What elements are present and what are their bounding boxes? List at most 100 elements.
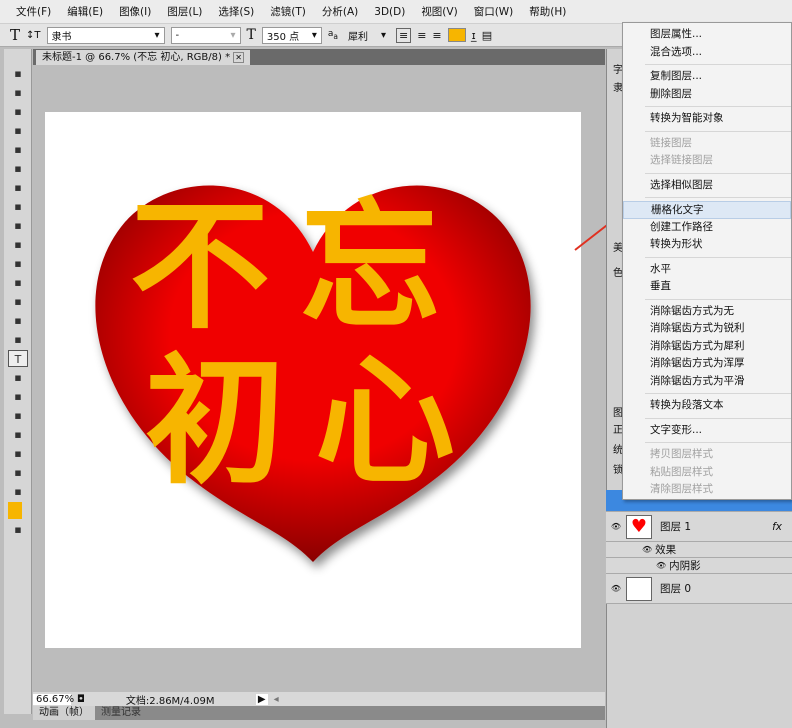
text-color-swatch[interactable] <box>447 28 466 42</box>
layer-thumbnail: ♥ <box>626 514 652 539</box>
context-menu-item[interactable]: 水平 <box>623 261 791 279</box>
antialias-select[interactable]: 犀利 ▾ <box>343 26 390 44</box>
move-tool-icon[interactable]: ▪ <box>8 65 28 82</box>
menu-item[interactable]: 图层(L) <box>159 4 210 19</box>
type-tool-icon[interactable]: T <box>8 350 28 367</box>
orientation-toggle-icon[interactable]: ↕T <box>26 30 41 41</box>
crop-tool-icon[interactable]: ▪ <box>8 141 28 158</box>
text-line-1: 不忘 <box>130 185 471 349</box>
3d-orbit-tool-icon[interactable]: ▪ <box>8 426 28 443</box>
close-icon[interactable]: ✕ <box>233 52 244 63</box>
status-bar: 66.67% ◘ 文档:2.86M/4.09M ▶ ◂ <box>33 692 605 707</box>
stamp-tool-icon[interactable]: ▪ <box>8 217 28 234</box>
character-panel-icon[interactable]: ▤ <box>482 29 492 42</box>
menu-item[interactable]: 3D(D) <box>366 6 413 18</box>
context-menu-item[interactable]: 消除锯齿方式为犀利 <box>623 338 791 356</box>
context-menu-item[interactable]: 消除锯齿方式为浑厚 <box>623 355 791 373</box>
tools-panel: ▪ ▪ ▪ ▪ ▪ ▪ ▪ ▪ ▪ ▪ ▪ ▪ ▪ ▪ ▪ T ▪ ▪ ▪ ▪ ▪ ▪ ▪ ▪ <box>4 49 32 714</box>
menu-separator <box>645 197 791 198</box>
canvas[interactable]: 不忘 初心 <box>45 112 581 648</box>
menu-item[interactable]: 分析(A) <box>314 4 366 19</box>
shape-tool-icon[interactable]: ▪ <box>8 388 28 405</box>
menu-item[interactable]: 帮助(H) <box>521 4 574 19</box>
fx-icon[interactable]: fx <box>772 521 782 533</box>
document-tab[interactable]: 未标题-1 @ 66.7% (不忘 初心, RGB/8) * ✕ <box>36 50 250 65</box>
status-icon[interactable]: ◘ <box>77 694 85 705</box>
menu-separator <box>645 64 791 65</box>
context-menu-item[interactable]: 垂直 <box>623 278 791 296</box>
menu-separator <box>645 442 791 443</box>
menu-item[interactable]: 编辑(E) <box>59 4 111 19</box>
font-style-select[interactable]: - ▾ <box>170 26 241 44</box>
eye-icon[interactable]: 👁 <box>606 522 626 531</box>
hand-tool-icon[interactable]: ▪ <box>8 445 28 462</box>
quick-select-tool-icon[interactable]: ▪ <box>8 122 28 139</box>
font-size-select[interactable]: 350 点 ▾ <box>261 26 322 44</box>
bucket-tool-icon[interactable]: ▪ <box>8 274 28 291</box>
context-menu-item[interactable]: 文字变形... <box>623 422 791 440</box>
warp-text-icon[interactable]: ɪ̲ <box>472 29 476 42</box>
zoom-tool-icon[interactable]: ▪ <box>8 464 28 481</box>
text-tool-icon[interactable]: T <box>10 26 20 44</box>
context-menu-item[interactable]: 复制图层... <box>623 68 791 86</box>
font-size-icon: T <box>246 27 256 43</box>
layer-name: 图层 0 <box>660 583 692 595</box>
menu-separator <box>645 256 791 258</box>
context-menu-item[interactable]: 转换为形状 <box>623 236 791 254</box>
layer-row-layer0[interactable]: 👁 图层 0 <box>606 574 792 604</box>
history-brush-tool-icon[interactable]: ▪ <box>8 236 28 253</box>
menu-item[interactable]: 视图(V) <box>413 4 465 19</box>
healing-tool-icon[interactable]: ▪ <box>8 179 28 196</box>
layer-row-layer1[interactable]: 👁 ♥ 图层 1 fx <box>606 512 792 542</box>
context-menu-item[interactable]: 选择相似图层 <box>623 177 791 195</box>
quick-mask-tool-icon[interactable]: ▪ <box>8 521 28 538</box>
lasso-tool-icon[interactable]: ▪ <box>8 103 28 120</box>
text-line-2: 初心 <box>145 340 486 504</box>
inner-shadow-row[interactable]: 👁 内阴影 <box>606 558 792 574</box>
tab-measurement-log[interactable]: 测量记录 <box>95 706 147 720</box>
eye-icon[interactable]: 👁 <box>656 561 666 570</box>
dodge-tool-icon[interactable]: ▪ <box>8 312 28 329</box>
context-menu-item[interactable]: 图层属性... <box>623 26 791 44</box>
colors-tool-icon[interactable]: ▪ <box>8 483 28 500</box>
align-center-icon[interactable]: ≡ <box>417 29 426 42</box>
marquee-tool-icon[interactable]: ▪ <box>8 84 28 101</box>
menu-item[interactable]: 图像(I) <box>111 4 159 19</box>
context-menu-item[interactable]: 栅格化文字 <box>623 201 791 219</box>
swatch-tool-icon[interactable] <box>8 502 22 519</box>
brush-tool-icon[interactable]: ▪ <box>8 198 28 215</box>
scroll-left-arrow[interactable]: ◂ <box>274 694 279 705</box>
status-menu-arrow[interactable]: ▶ <box>255 693 268 705</box>
align-left-icon[interactable]: ≡ <box>395 27 412 43</box>
context-menu-item[interactable]: 删除图层 <box>623 86 791 104</box>
zoom-level[interactable]: 66.67% <box>33 693 74 705</box>
context-menu-item: 选择链接图层 <box>650 154 713 166</box>
path-select-tool-icon[interactable]: ▪ <box>8 369 28 386</box>
context-menu-item: 粘贴图层样式 <box>650 465 713 478</box>
context-menu-item[interactable]: 创建工作路径 <box>623 219 791 237</box>
tab-animation[interactable]: 动画（帧） <box>33 706 95 720</box>
layer-thumbnail <box>626 576 652 601</box>
eyedropper-tool-icon[interactable]: ▪ <box>8 160 28 177</box>
menu-item[interactable]: 窗口(W) <box>466 4 522 19</box>
font-family-select[interactable]: 隶书 ▾ <box>46 26 165 44</box>
eraser-tool-icon[interactable]: ▪ <box>8 255 28 272</box>
context-menu-item[interactable]: 消除锯齿方式为锐利 <box>623 320 791 338</box>
context-menu-item[interactable]: 转换为段落文本 <box>623 397 791 415</box>
menu-item[interactable]: 滤镜(T) <box>262 4 314 19</box>
eye-icon[interactable]: 👁 <box>606 584 626 593</box>
menu-item[interactable]: 选择(S) <box>210 4 262 19</box>
context-menu-item[interactable]: 混合选项... <box>623 44 791 62</box>
blur-tool-icon[interactable]: ▪ <box>8 293 28 310</box>
effects-row[interactable]: 👁 效果 <box>606 542 792 558</box>
menu-separator <box>645 298 791 300</box>
pen-tool-icon[interactable]: ▪ <box>8 331 28 348</box>
menu-item[interactable]: 文件(F) <box>8 4 59 19</box>
context-menu-item: 链接图层 <box>650 136 692 149</box>
context-menu-item[interactable]: 消除锯齿方式为平滑 <box>623 373 791 391</box>
align-right-icon[interactable]: ≡ <box>432 29 441 42</box>
eye-icon[interactable]: 👁 <box>642 545 652 554</box>
context-menu-item[interactable]: 转换为智能对象 <box>623 110 791 128</box>
3d-rotate-tool-icon[interactable]: ▪ <box>8 407 28 424</box>
context-menu-item[interactable]: 消除锯齿方式为无 <box>623 303 791 321</box>
